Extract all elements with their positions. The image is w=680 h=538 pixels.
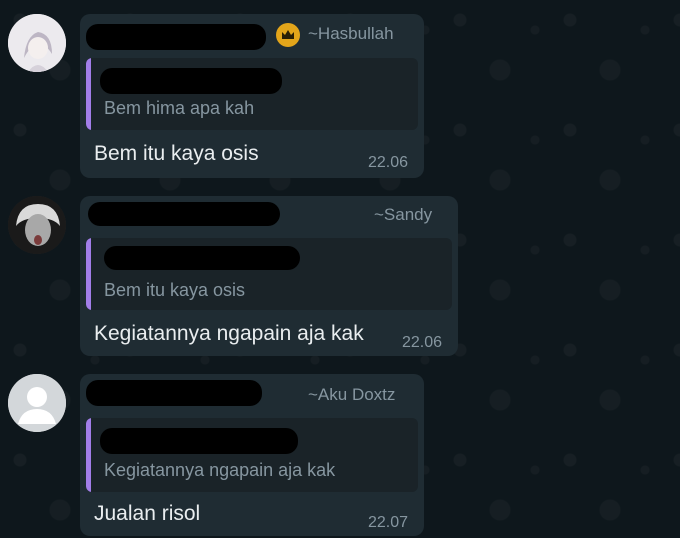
avatar-anime-image: [8, 14, 66, 72]
redacted-quote-author: [104, 246, 300, 270]
quoted-message[interactable]: Bem itu kaya osis: [86, 238, 452, 310]
quoted-text: Kegiatannya ngapain aja kak: [104, 460, 336, 480]
avatar[interactable]: [8, 374, 66, 432]
quoted-text: Bem itu kaya osis: [104, 280, 246, 300]
message-bubble[interactable]: ~Aku Doxtz Kegiatannya ngapain aja kak J…: [80, 374, 424, 536]
message-text: Kegiatannya ngapain aja kak: [94, 322, 364, 345]
redacted-phone-number: [86, 380, 262, 406]
quoted-text: Bem hima apa kah: [104, 98, 255, 118]
crown-icon: [276, 23, 300, 47]
quote-bar: [86, 58, 91, 130]
quoted-message[interactable]: Kegiatannya ngapain aja kak: [86, 418, 418, 492]
quoted-message[interactable]: Bem hima apa kah: [86, 58, 418, 130]
avatar[interactable]: [8, 14, 66, 72]
message-text: Jualan risol: [94, 502, 201, 525]
sender-name[interactable]: ~Hasbullah: [308, 24, 394, 44]
redacted-phone-number: [86, 24, 266, 50]
quote-bar: [86, 238, 91, 310]
message-text: Bem itu kaya osis: [94, 142, 259, 165]
sender-name[interactable]: ~Sandy: [374, 205, 432, 225]
quote-bar: [86, 418, 91, 492]
avatar[interactable]: [8, 196, 66, 254]
message-time: 22.06: [402, 334, 443, 351]
message-bubble[interactable]: ~Sandy Bem itu kaya osis Kegiatannya nga…: [80, 196, 458, 356]
redacted-quote-author: [100, 68, 282, 94]
message-time: 22.06: [368, 154, 409, 171]
message-bubble[interactable]: ~Hasbullah Bem hima apa kah Bem itu kaya…: [80, 14, 424, 178]
default-avatar-icon: [8, 374, 66, 432]
redacted-phone-number: [88, 202, 280, 226]
avatar-portrait-image: [8, 196, 66, 254]
redacted-quote-author: [100, 428, 298, 454]
message-time: 22.07: [368, 514, 409, 531]
sender-name[interactable]: ~Aku Doxtz: [308, 385, 395, 405]
